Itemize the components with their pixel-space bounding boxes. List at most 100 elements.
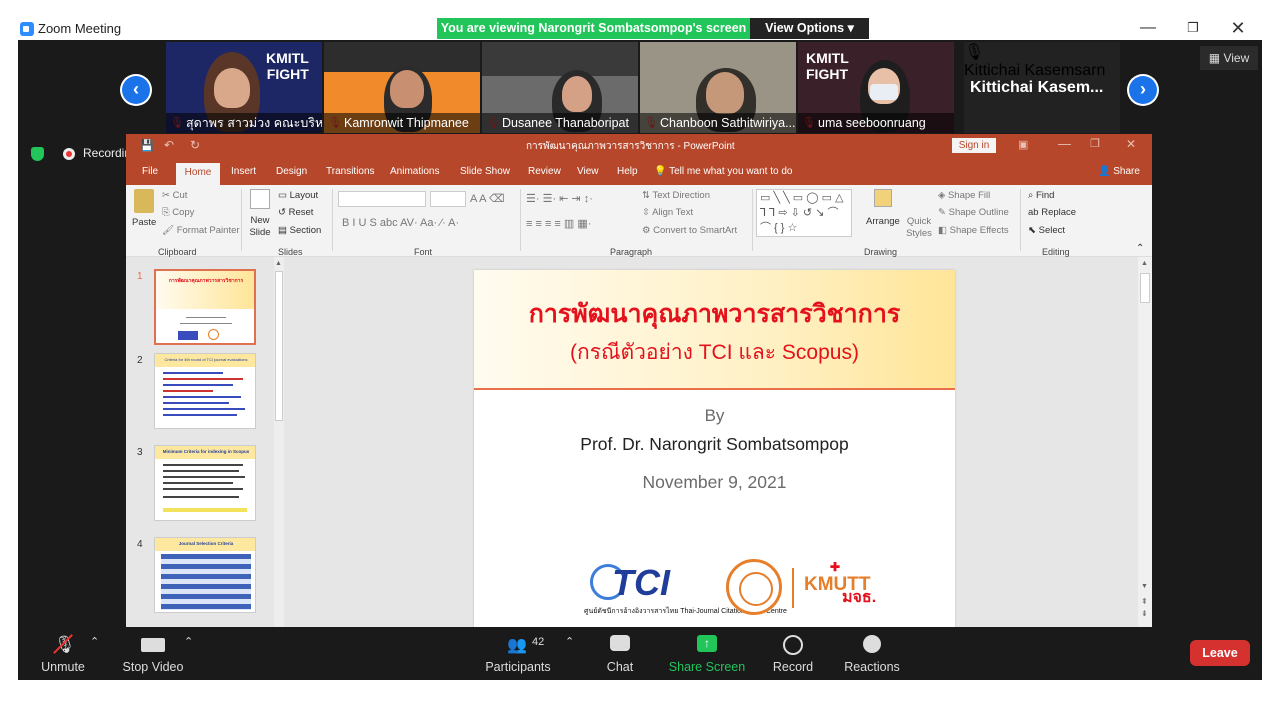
replace-button[interactable]: ab Replace [1028,207,1076,218]
collapse-ribbon-icon[interactable]: ⌃ [1136,243,1144,254]
tab-transitions[interactable]: Transitions [326,166,375,177]
view-button-label: View [1223,51,1250,65]
minimize-icon[interactable]: — [1138,18,1158,38]
find-button[interactable]: ⌕ Find [1028,190,1054,201]
participant-tile[interactable]: KMITLFIGHT 🎙 uma seeboonruang [798,42,954,133]
section-button[interactable]: ▤ Section [278,225,321,236]
participants-button[interactable]: 👥 42 Participants [480,627,556,680]
font-format-buttons[interactable]: B I U S abc AV· Aa· ⁄· A· [342,217,459,229]
save-icon[interactable]: 💾 [140,139,154,152]
ribbon-display-icon[interactable]: ▣ [1018,138,1028,151]
share-screen-button[interactable]: ↑ Share Screen [668,627,746,680]
convert-smartart-button[interactable]: ⚙ Convert to SmartArt [642,225,737,236]
view-button[interactable]: ▦ View [1200,46,1258,70]
restore-icon[interactable]: ❐ [1183,18,1203,38]
arrange-button[interactable]: Arrange [866,216,900,227]
previous-slide-icon[interactable]: ⇞ [1141,597,1148,606]
format-painter-button[interactable]: 🖌 Format Painter [162,225,240,236]
tab-review[interactable]: Review [528,166,561,177]
view-options-button[interactable]: View Options ▾ [750,18,869,39]
font-size-buttons[interactable]: A A ⌫ [470,192,505,205]
viewing-banner: You are viewing Narongrit Sombatsompop's… [437,18,750,39]
slide-thumbnail-4[interactable]: Journal Selection Criteria [154,537,256,613]
current-slide[interactable]: การพัฒนาคุณภาพวารสารวิชาการ (กรณีตัวอย่า… [474,270,955,627]
participant-tile[interactable]: 🎙 Kamronwit Thipmanee [324,42,480,133]
thumbnails-scrollbar[interactable]: ▲ [274,257,284,627]
thumb-number: 3 [137,447,143,458]
shape-fill-button[interactable]: ◈ Shape Fill [938,190,990,201]
select-button[interactable]: ⬉ Select [1028,225,1065,236]
tab-design[interactable]: Design [276,166,307,177]
paste-icon[interactable] [134,189,154,213]
ppt-title-bar: 💾 ↶ ↻ การพัฒนาคุณภาพวารสารวิชาการ - Powe… [126,134,1152,158]
tab-view[interactable]: View [577,166,599,177]
scroll-down-icon[interactable]: ▼ [1141,583,1148,590]
paste-button[interactable]: Paste [132,217,156,228]
undo-icon[interactable]: ↶ [164,138,174,152]
thumb-text-line [163,396,241,398]
slide-thumbnail-2[interactable]: Criteria for 4th round of TCI journal ev… [154,353,256,429]
participant-tile[interactable]: Kittichai Kasem... 🎙 Kittichai Kasemsarn [964,42,1120,133]
participant-tile[interactable]: 🎙 Chanboon Sathitwiriya... [640,42,796,133]
scroll-thumb[interactable] [275,271,283,421]
tab-animations[interactable]: Animations [390,166,439,177]
next-page-button[interactable]: › [1127,74,1159,106]
sign-in-button[interactable]: Sign in [952,138,996,153]
mic-muted-icon: 🎙 [964,44,985,61]
text-direction-button[interactable]: ⇅ Text Direction [642,190,710,201]
align-buttons[interactable]: ≡ ≡ ≡ ≡ ▥ ▦· [526,217,591,230]
scroll-thumb[interactable] [1140,273,1150,303]
unmute-button[interactable]: 🎙 Unmute [32,627,94,680]
font-name-dropdown[interactable] [338,191,426,207]
audio-options-caret-icon[interactable]: ⌃ [90,635,99,648]
participant-tile[interactable]: 🎙 Dusanee Thanaboripat [482,42,638,133]
font-size-dropdown[interactable] [430,191,466,207]
restore-icon[interactable]: ❐ [1090,137,1100,150]
participants-caret-icon[interactable]: ⌃ [565,635,574,648]
record-button[interactable]: Record [766,627,820,680]
ribbon-divider [752,189,753,251]
new-slide-icon[interactable] [250,189,270,209]
arrange-icon[interactable] [874,189,892,207]
close-icon[interactable]: ✕ [1126,137,1136,151]
scroll-up-icon[interactable]: ▲ [275,260,282,267]
align-text-button[interactable]: ⇳ Align Text [642,207,693,218]
share-screen-label: Share Screen [668,660,746,674]
shape-outline-button[interactable]: ✎ Shape Outline [938,207,1009,218]
slide-thumbnail-3[interactable]: Minimum Criteria for indexing in Scopus [154,445,256,521]
shape-effects-button[interactable]: ◧ Shape Effects [938,225,1009,236]
new-slide-button[interactable]: New Slide [246,215,274,239]
stop-video-button[interactable]: Stop Video [116,627,190,680]
next-slide-icon[interactable]: ⇟ [1141,609,1148,618]
share-button[interactable]: 👤 Share [1098,166,1140,177]
slide-title-band: การพัฒนาคุณภาพวารสารวิชาการ (กรณีตัวอย่า… [474,270,955,390]
scroll-up-icon[interactable]: ▲ [1141,260,1148,267]
redo-icon[interactable]: ↻ [190,138,200,152]
list-buttons[interactable]: ☰· ☰· ⇤ ⇥ ↕· [526,192,593,205]
align-text-label: Align Text [652,207,694,218]
layout-button[interactable]: ▭ Layout [278,190,318,201]
minimize-icon[interactable]: — [1058,136,1071,151]
video-options-caret-icon[interactable]: ⌃ [184,635,193,648]
reactions-button[interactable]: Reactions [840,627,904,680]
tab-help[interactable]: Help [617,166,638,177]
thumb-text-line [186,317,226,318]
chat-button[interactable]: Chat [598,627,642,680]
copy-button[interactable]: ⎘ Copy [162,207,194,218]
leave-button[interactable]: Leave [1190,640,1250,666]
ribbon-divider [1020,189,1021,251]
participant-tile[interactable]: KMITLFIGHT 🎙 สุดาพร สาวม่วง คณะบริหา... [166,42,322,133]
tab-insert[interactable]: Insert [231,166,256,177]
tell-me-box[interactable]: 💡 Tell me what you want to do [654,166,792,177]
cut-button[interactable]: ✂ Cut [162,190,187,201]
slide-thumbnail-1[interactable]: การพัฒนาคุณภาพวารสารวิชาการ [154,269,256,345]
close-icon[interactable]: ✕ [1228,18,1248,38]
tab-home[interactable]: Home [176,163,220,185]
tab-slide-show[interactable]: Slide Show [460,166,510,177]
slide-scrollbar[interactable]: ▲ ▼ ⇞ ⇟ [1138,257,1152,627]
tab-file[interactable]: File [142,166,158,177]
reset-button[interactable]: ↺ Reset [278,207,313,218]
prev-page-button[interactable]: ‹ [120,74,152,106]
lightbulb-icon: 💡 [654,166,667,177]
quick-styles-button[interactable]: Quick Styles [904,216,934,240]
